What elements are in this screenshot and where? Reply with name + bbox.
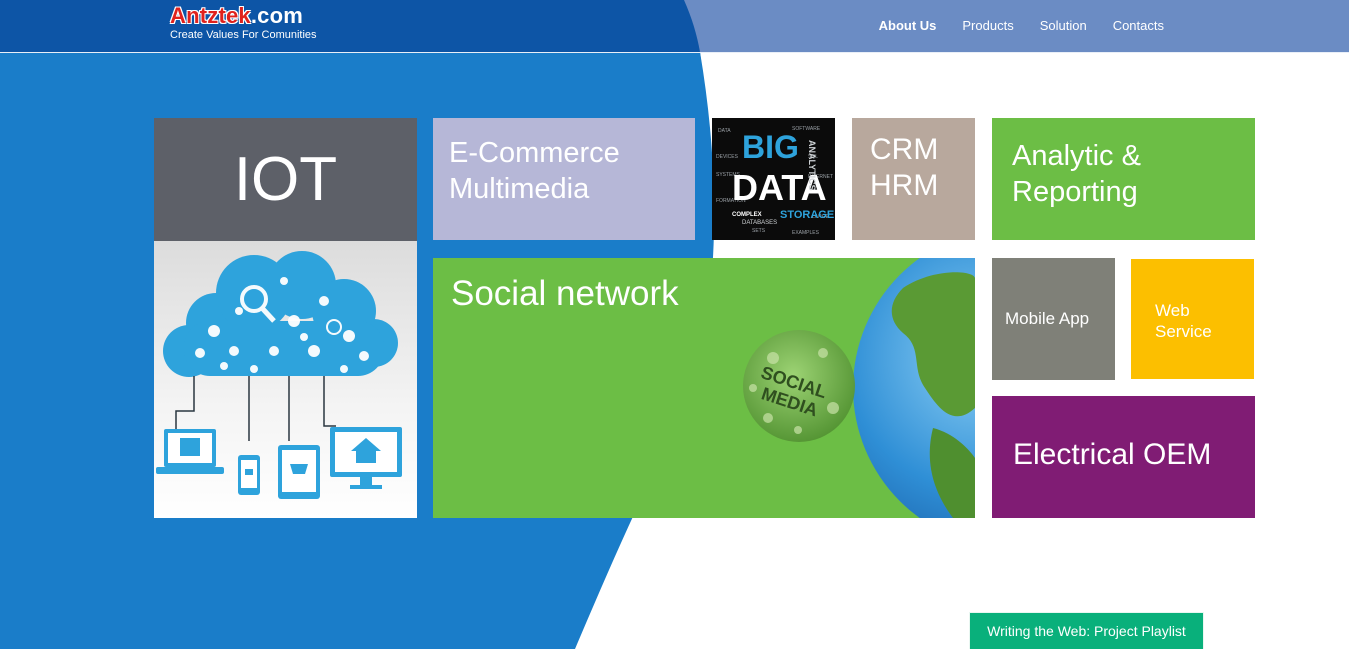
big-data-word-complex: COMPLEX <box>732 212 762 218</box>
tile-social-network[interactable]: Social network SOCIAL MEDIA <box>433 258 975 518</box>
tile-crm-line2: HRM <box>870 169 939 202</box>
page: Antztek.com Create Values For Comunities… <box>0 0 1349 649</box>
cloud-network-devices-icon <box>156 251 402 499</box>
main-nav: About Us Products Solution Contacts <box>866 18 1177 33</box>
tile-analytic-reporting[interactable]: Analytic & Reporting <box>992 118 1255 240</box>
tile-web-line2: Service <box>1155 322 1212 341</box>
project-playlist-button[interactable]: Writing the Web: Project Playlist <box>969 612 1204 649</box>
globe-social-media-image: SOCIAL MEDIA <box>743 258 975 518</box>
tile-iot-label: IOT <box>233 145 338 214</box>
logo-name-red: Antztek <box>170 3 251 28</box>
nav-products[interactable]: Products <box>949 18 1026 33</box>
svg-text:DATA: DATA <box>718 128 731 134</box>
nav-solution[interactable]: Solution <box>1027 18 1100 33</box>
svg-text:SETS: SETS <box>752 228 766 234</box>
site-logo[interactable]: Antztek.com Create Values For Comunities <box>170 4 317 42</box>
big-data-word-big: BIG <box>742 129 799 165</box>
tile-big-data[interactable]: DATA SOFTWARE DEVICES SYSTEMS FORMATION SQL… <box>712 118 835 240</box>
big-data-word-databases: DATABASES <box>742 220 777 226</box>
svg-text:EXAMPLES: EXAMPLES <box>792 230 820 236</box>
nav-contacts[interactable]: Contacts <box>1100 18 1177 33</box>
tile-iot-image[interactable] <box>154 241 417 518</box>
tile-crm-hrm[interactable]: CRM HRM <box>852 118 975 240</box>
svg-text:DEVICES: DEVICES <box>716 154 739 160</box>
tile-analytic-line2: Reporting <box>1012 176 1138 208</box>
big-data-word-storage: STORAGE <box>780 209 834 221</box>
tile-analytic-line1: Analytic & <box>1012 140 1141 172</box>
tile-mobile-app[interactable]: Mobile App <box>992 258 1115 380</box>
tile-electrical-oem[interactable]: Electrical OEM <box>992 396 1255 518</box>
tile-iot[interactable]: IOT <box>154 118 417 241</box>
tile-electrical-label: Electrical OEM <box>1013 438 1212 471</box>
nav-about-us[interactable]: About Us <box>866 18 950 33</box>
big-data-word-cloud-image: DATA SOFTWARE DEVICESSYSTEMS FORMATIONSQL… <box>716 126 834 236</box>
logo-title: Antztek.com <box>170 4 317 28</box>
site-header: Antztek.com Create Values For Comunities… <box>0 0 1349 53</box>
tile-web-service[interactable]: Web Service <box>1130 258 1255 380</box>
tile-crm-line1: CRM <box>870 133 939 166</box>
tile-mobile-label: Mobile App <box>1005 309 1090 328</box>
logo-tagline: Create Values For Comunities <box>170 29 317 41</box>
logo-name-suffix: .com <box>250 3 304 28</box>
tile-ecommerce[interactable]: E-Commerce Multimedia <box>433 118 695 240</box>
big-data-word-analytics: ANALYTICS <box>807 140 817 191</box>
tile-ecommerce-line1: E-Commerce <box>449 137 620 169</box>
tile-web-line1: Web <box>1155 301 1190 320</box>
tile-ecommerce-line2: Multimedia <box>449 173 590 205</box>
